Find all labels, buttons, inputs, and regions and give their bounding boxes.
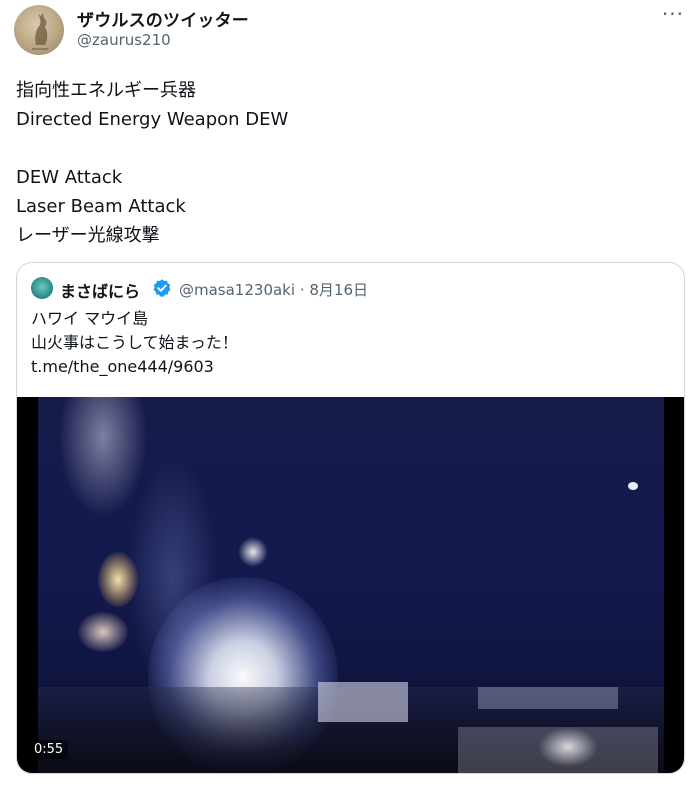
author-display-name[interactable]: ザウルスのツイッター	[77, 6, 249, 31]
verified-badge-icon	[153, 279, 171, 297]
quoted-tweet-date[interactable]: 8月16日	[309, 281, 368, 299]
quoted-tweet-link[interactable]: t.me/the_one444/9603	[31, 357, 214, 376]
kangaroo-avatar-icon	[32, 13, 48, 50]
quoted-author-handle[interactable]: @masa1230aki	[179, 281, 295, 299]
video-thumbnail[interactable]	[38, 397, 664, 773]
author-handle[interactable]: @zaurus210	[77, 31, 171, 49]
tweet-text: 指向性エネルギー兵器 Directed Energy Weapon DEW DE…	[16, 80, 289, 246]
more-options-icon[interactable]: ···	[662, 2, 684, 26]
quoted-tweet-meta: @masa1230aki · 8月16日	[179, 279, 368, 300]
quoted-author-avatar[interactable]	[31, 277, 53, 299]
quoted-author-display-name[interactable]: まさばにら	[60, 278, 140, 302]
author-avatar[interactable]	[14, 5, 64, 55]
video-duration: 0:55	[29, 740, 69, 759]
quoted-tweet-card[interactable]: まさばにら @masa1230aki · 8月16日 ハワイ マウイ島 山火事は…	[16, 262, 685, 774]
quoted-tweet-text: ハワイ マウイ島 山火事はこうして始まった！	[31, 309, 238, 352]
meta-separator: ·	[299, 281, 305, 299]
video-player[interactable]: 0:55	[17, 397, 684, 773]
